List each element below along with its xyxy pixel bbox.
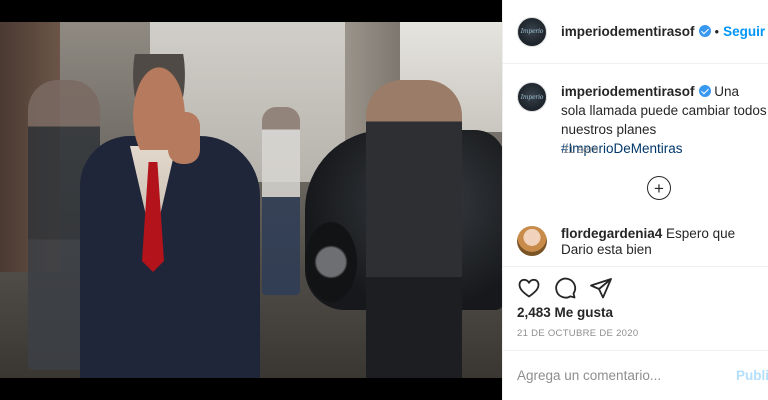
load-more-comments-icon[interactable]: + [647,176,671,200]
photo-person-right [366,80,462,378]
heart-icon[interactable] [517,276,541,300]
author-avatar[interactable]: Imperio [517,16,547,47]
photo-car-tire [305,222,357,302]
photo-person-middle [262,107,300,295]
action-icons [517,276,613,300]
share-icon[interactable] [589,276,613,300]
post-caption: Imperio imperiodementirasof Una sola lla… [517,82,768,158]
likes-count[interactable]: 2,483 Me gusta [517,305,613,320]
avatar-logo-text: Imperio [520,28,544,35]
post-photo[interactable] [0,22,502,378]
post-header: Imperio imperiodementirasof • Seguir [503,0,768,64]
commenter-username[interactable]: flordegardenia4 [561,226,662,241]
man-hand-phone [168,112,200,164]
caption-avatar[interactable]: Imperio [517,82,547,112]
actions-divider [503,266,768,267]
author-username-text[interactable]: imperiodementirasof [561,24,695,39]
post-sidebar: Imperio imperiodementirasof • Seguir Imp… [502,0,768,400]
caption-avatar-logo-text: Imperio [520,93,544,101]
caption-time-ago[interactable]: 11 sem [563,144,598,156]
comment-icon[interactable] [553,276,577,300]
photo-man-on-phone [80,54,260,378]
post-date[interactable]: 21 DE OCTUBRE DE 2020 [517,328,638,339]
comment-item: flordegardenia4 Espero que Dario esta bi… [517,226,768,258]
publish-comment-button[interactable]: Publicar [736,368,768,383]
header-separator: • [714,24,720,39]
add-comment-input[interactable]: Agrega un comentario... [517,368,661,383]
follow-button[interactable]: Seguir [723,24,765,39]
caption-verified-badge-icon [698,85,711,97]
man-suit [80,136,260,378]
commenter-avatar[interactable] [517,226,547,256]
add-comment-bar: Agrega un comentario... Publicar [503,350,768,400]
verified-badge-icon [698,25,711,37]
comment-text: flordegardenia4 Espero que Dario esta bi… [561,226,767,258]
instagram-post-view: Imperio imperiodementirasof • Seguir Imp… [0,0,768,400]
caption-username[interactable]: imperiodementirasof [561,84,695,99]
author-username[interactable]: imperiodementirasof [561,24,711,39]
